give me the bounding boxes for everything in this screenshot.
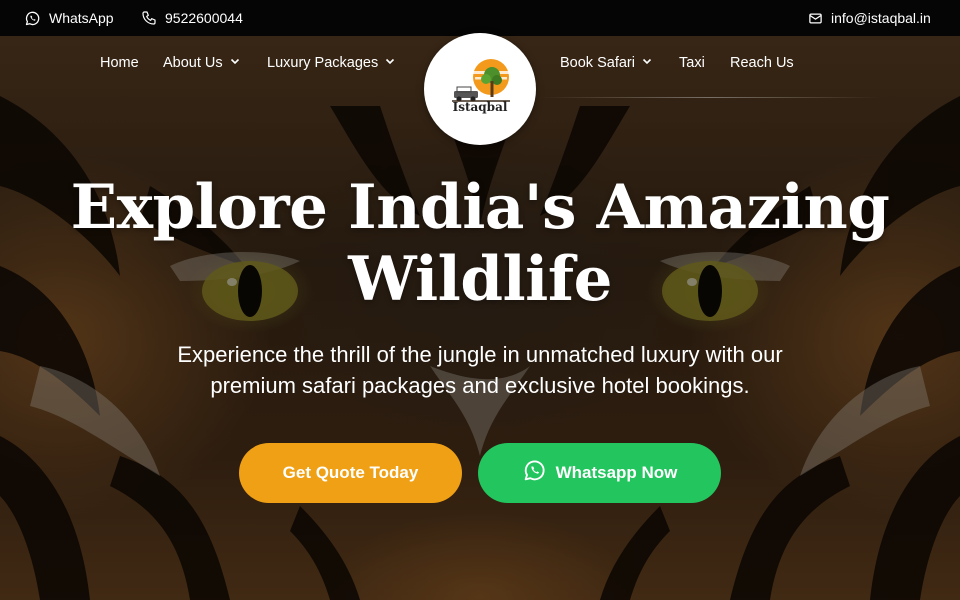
topbar-email-address: info@istaqbal.in bbox=[831, 10, 931, 26]
topbar-whatsapp-link[interactable]: WhatsApp bbox=[24, 0, 114, 36]
nav-item-taxi[interactable]: Taxi bbox=[679, 53, 705, 73]
nav-item-label: About Us bbox=[163, 55, 223, 71]
nav-divider bbox=[540, 97, 880, 98]
nav-item-luxury-packages[interactable]: Luxury Packages bbox=[267, 53, 396, 73]
nav-item-label: Book Safari bbox=[560, 55, 635, 71]
hero-title-line-2: Wildlife bbox=[348, 244, 612, 315]
nav-item-label: Home bbox=[100, 55, 139, 71]
hero-title: Explore India's Amazing Wildlife bbox=[40, 172, 920, 316]
phone-icon bbox=[141, 10, 157, 26]
whatsapp-icon bbox=[24, 10, 41, 27]
chevron-down-icon bbox=[384, 55, 396, 71]
chevron-down-icon bbox=[229, 55, 241, 71]
topbar-whatsapp-label: WhatsApp bbox=[49, 10, 114, 26]
mail-icon bbox=[808, 11, 823, 26]
whatsapp-icon bbox=[522, 458, 547, 488]
nav-item-reach-us[interactable]: Reach Us bbox=[730, 53, 794, 73]
nav-item-home[interactable]: Home bbox=[100, 53, 139, 73]
nav-item-book-safari[interactable]: Book Safari bbox=[560, 53, 653, 73]
hero-title-line-1: Explore India's Amazing bbox=[70, 172, 890, 243]
topbar-phone-link[interactable]: 9522600044 bbox=[141, 0, 243, 36]
chevron-down-icon bbox=[641, 55, 653, 71]
logo-emblem-icon bbox=[452, 59, 510, 102]
get-quote-button-label: Get Quote Today bbox=[282, 463, 419, 482]
nav-item-about-us[interactable]: About Us bbox=[163, 53, 241, 73]
hero-subtitle: Experience the thrill of the jungle in u… bbox=[120, 339, 840, 401]
nav-item-label: Luxury Packages bbox=[267, 55, 379, 71]
nav-item-label: Taxi bbox=[679, 55, 705, 71]
topbar-email-link[interactable]: info@istaqbal.in bbox=[808, 0, 931, 36]
nav-item-label: Reach Us bbox=[730, 55, 794, 71]
site-logo[interactable]: Istaqbal bbox=[424, 33, 536, 145]
hero-subtitle-line-1: Experience the thrill of the jungle in u… bbox=[177, 342, 783, 367]
get-quote-button[interactable]: Get Quote Today bbox=[239, 443, 462, 503]
top-contact-bar: WhatsApp 9522600044 info@istaqbal.in bbox=[0, 0, 960, 36]
whatsapp-now-button-label: Whatsapp Now bbox=[555, 463, 678, 482]
hero-subtitle-line-2: premium safari packages and exclusive ho… bbox=[210, 373, 750, 398]
whatsapp-now-button[interactable]: Whatsapp Now bbox=[478, 443, 721, 503]
topbar-phone-number: 9522600044 bbox=[165, 10, 243, 26]
logo-brand-name: Istaqbal bbox=[452, 100, 508, 114]
